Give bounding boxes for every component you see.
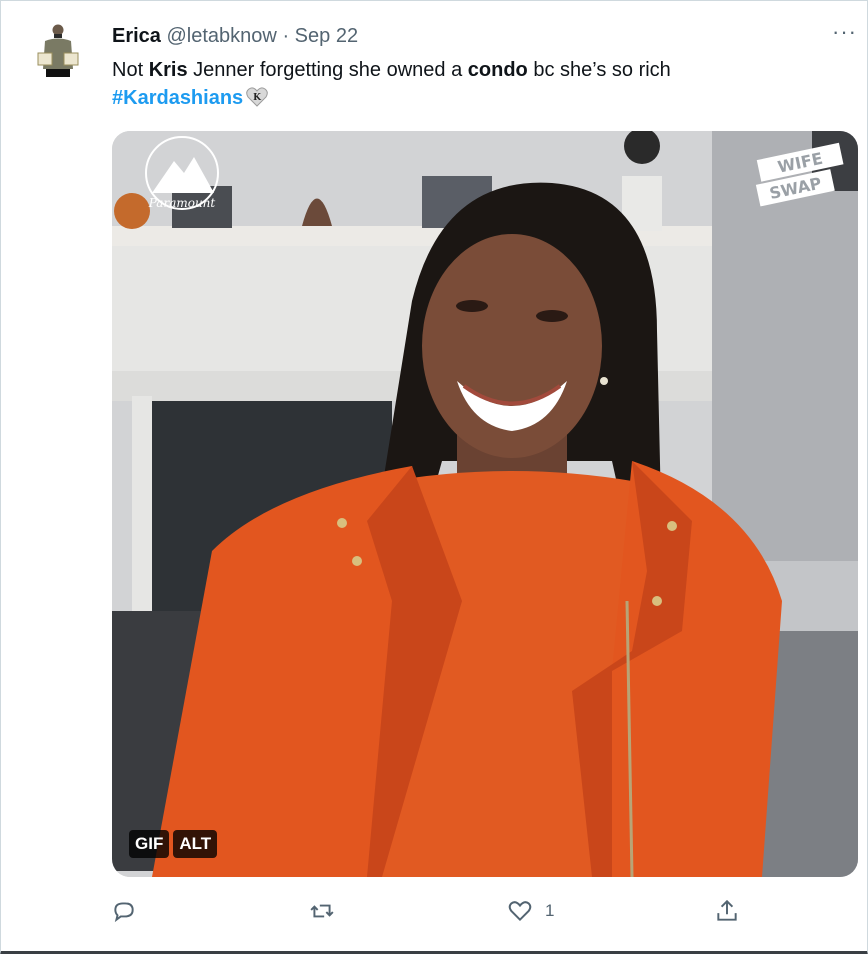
text-bold-condo: condo xyxy=(467,59,528,81)
user-avatar[interactable] xyxy=(31,19,83,95)
gif-badge[interactable]: GIF xyxy=(129,830,170,858)
alt-badge[interactable]: ALT xyxy=(173,830,218,858)
tweet-date[interactable]: Sep 22 xyxy=(295,25,358,47)
kardashians-hashflag-icon: K xyxy=(246,87,268,107)
reply-icon xyxy=(114,902,134,923)
separator-dot: · xyxy=(282,25,290,47)
reply-button[interactable] xyxy=(111,898,149,924)
text-bold-kris: Kris xyxy=(148,59,188,81)
tweet-text-line-1: Not Kris Jenner forgetting she owned a c… xyxy=(112,56,671,84)
tweet-card: Erica @letabknow · Sep 22 ··· Not Kris J… xyxy=(0,0,868,954)
text-part: Jenner forgetting she owned a xyxy=(187,59,468,81)
gif-frame-illustration: Paramount WIFE SWAP xyxy=(112,131,858,877)
like-icon xyxy=(508,901,532,922)
tweet-actions: 1 xyxy=(111,898,751,928)
author-name[interactable]: Erica xyxy=(112,25,161,47)
like-count: 1 xyxy=(545,901,555,920)
gif-caption: I CANNOT xyxy=(253,866,716,877)
tweet-text-line-2: #Kardashians K xyxy=(112,84,671,112)
share-icon xyxy=(717,899,737,921)
hashflag-letter: K xyxy=(253,93,262,103)
tweet-text: Not Kris Jenner forgetting she owned a c… xyxy=(112,56,671,112)
more-icon[interactable]: ··· xyxy=(832,19,857,45)
text-part: Not xyxy=(112,59,149,81)
tweet-header: Erica @letabknow · Sep 22 xyxy=(112,23,358,49)
gif-media[interactable]: Paramount WIFE SWAP I CANNOT xyxy=(112,131,858,877)
text-part: bc she’s so rich xyxy=(527,59,671,81)
share-button[interactable] xyxy=(714,898,740,924)
like-button[interactable]: 1 xyxy=(507,898,554,924)
network-logo-text: Paramount xyxy=(148,196,216,210)
hashtag-link[interactable]: #Kardashians xyxy=(112,87,243,109)
author-handle[interactable]: @letabknow xyxy=(167,25,277,47)
media-badges: GIF ALT xyxy=(129,830,218,858)
retweet-button[interactable] xyxy=(309,898,347,924)
retweet-icon xyxy=(310,904,334,918)
